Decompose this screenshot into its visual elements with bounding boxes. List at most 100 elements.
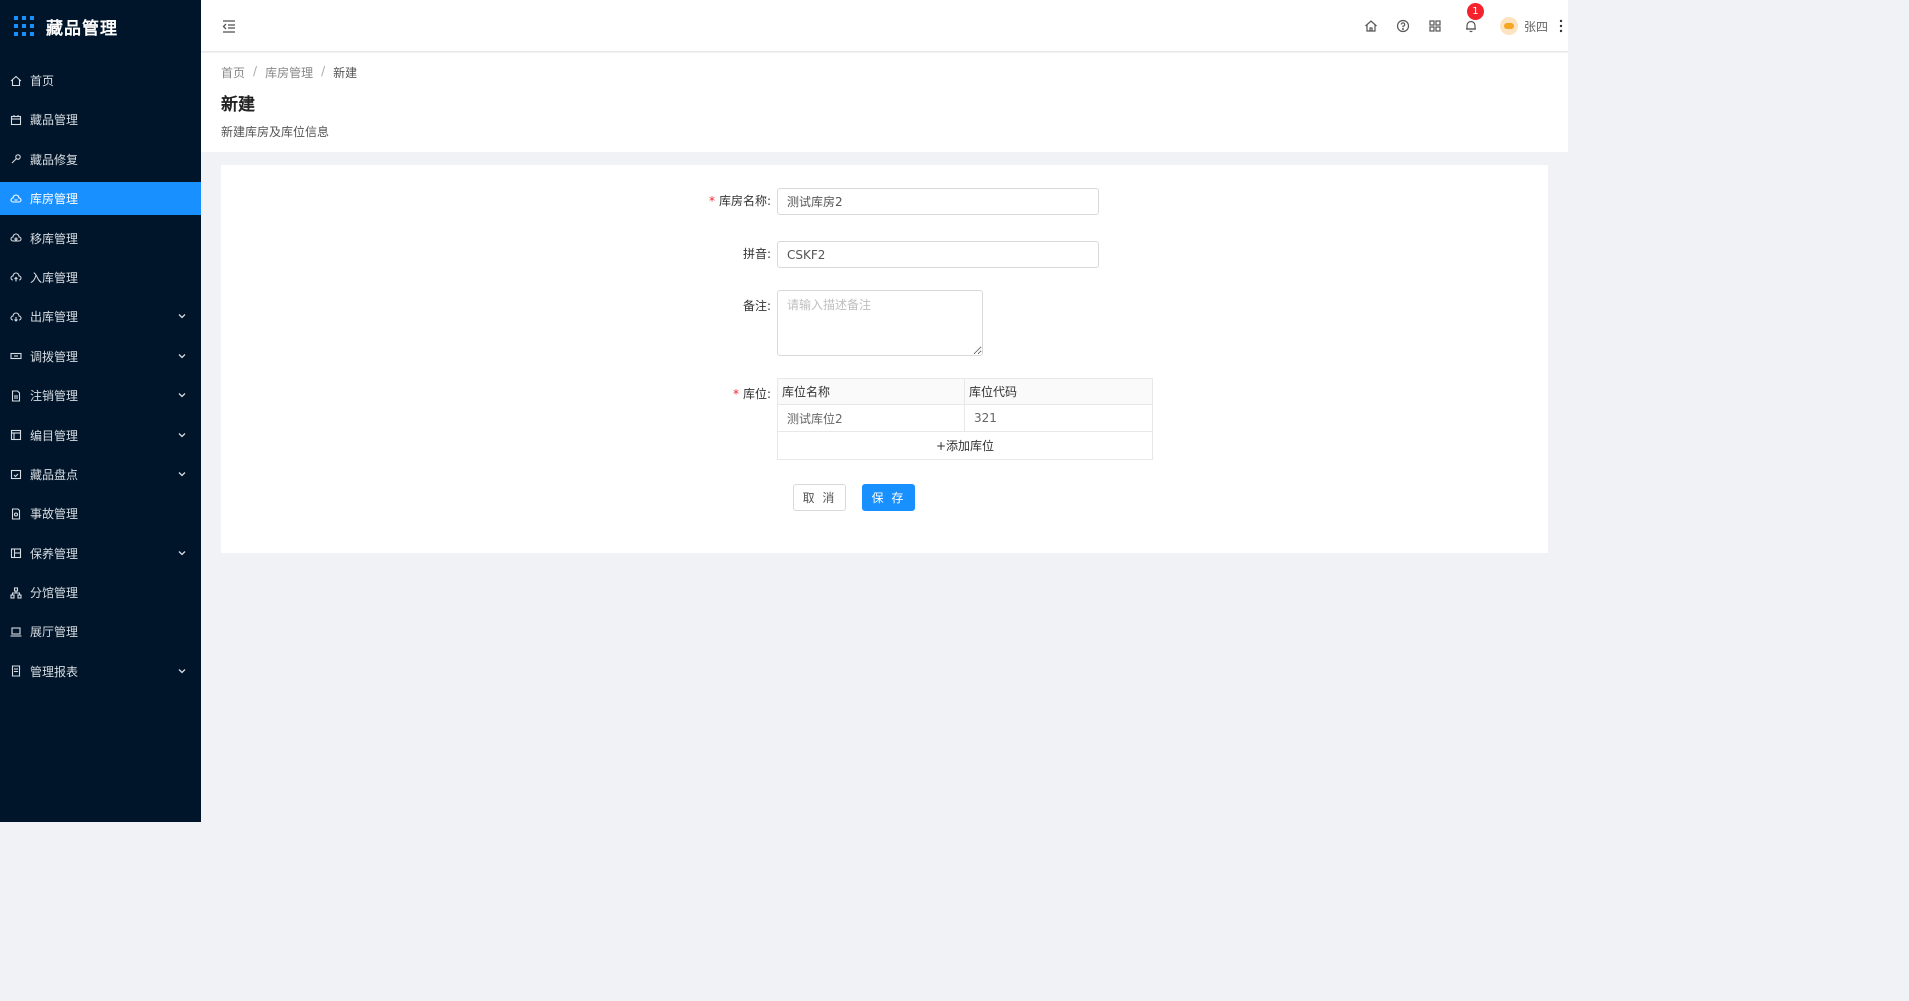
sidebar: 藏品管理 首页 藏品管理 藏品修复 库房管理 移库管理 入库管理 出库管理 调拨管理 注销管理编… [0,0,201,822]
sidebar-item-4[interactable]: 移库管理 [0,222,201,255]
sidebar-item-label: 管理报表 [30,664,79,679]
cloud-sync-icon [10,232,22,244]
username[interactable]: 张四 [1524,18,1548,35]
calendar-check-icon [10,468,22,480]
breadcrumb-separator: / [253,64,258,78]
sidebar-item-label: 出库管理 [30,310,79,325]
notification-bell-icon[interactable]: 1 [1464,3,1484,33]
transfer-icon [10,350,22,362]
sidebar-item-label: 编目管理 [30,428,79,443]
chevron-down-icon [178,668,186,674]
sidebar-item-5[interactable]: 入库管理 [0,261,201,294]
cloud-icon [10,193,22,205]
sidebar-item-label: 库房管理 [30,192,79,207]
file-icon [10,390,22,402]
chevron-down-icon [178,314,186,319]
avatar[interactable] [1499,17,1518,35]
sidebar-item-label: 调拨管理 [30,349,79,364]
breadcrumb-separator: / [321,64,326,78]
form-row-location: * 库位: 库位名称 库位代码 测试库位2 321 +添加库位 [577,378,1153,460]
breadcrumb-item-warehouse[interactable]: 库房管理 [265,64,313,81]
breadcrumb-item-current: 新建 [333,66,358,80]
remark-label: 备注: [742,299,771,313]
sidebar-item-3[interactable]: 库房管理 [0,182,201,216]
page-description: 新建库房及库位信息 [221,125,330,139]
sidebar-item-label: 展厅管理 [30,625,79,640]
location-name-cell[interactable]: 测试库位2 [777,404,965,432]
apps-icon[interactable] [1428,19,1442,33]
sidebar-item-label: 事故管理 [30,507,79,522]
breadcrumb-item-home[interactable]: 首页 [221,64,245,81]
sidebar-item-9[interactable]: 编目管理 [0,419,201,452]
table-header-row: 库位名称 库位代码 [777,378,1153,405]
warehouse-name-input[interactable] [777,188,1099,215]
sidebar-item-8[interactable]: 注销管理 [0,379,201,412]
cloud-download-icon [10,311,22,323]
menu-fold-icon[interactable] [221,18,237,34]
cancel-button[interactable]: 取 消 [793,484,846,511]
home-icon[interactable] [1364,19,1378,33]
chevron-down-icon [178,353,186,359]
brand: 藏品管理 [0,0,201,52]
notification-badge: 1 [1466,3,1484,20]
chevron-down-icon [178,432,186,437]
report-icon [10,665,22,677]
chevron-down-icon [178,471,186,477]
sidebar-item-label: 藏品盘点 [30,467,79,482]
sidebar-item-label: 注销管理 [30,389,79,404]
sidebar-item-0[interactable]: 首页 [0,64,201,97]
file-search-icon [10,508,22,520]
wrench-icon [10,153,22,165]
sidebar-item-6[interactable]: 出库管理 [0,300,201,333]
sidebar-item-label: 移库管理 [30,231,79,246]
cluster-icon [10,587,22,599]
pinyin-input[interactable] [777,241,1099,268]
add-location-row: +添加库位 [777,431,1153,460]
chevron-down-icon [178,393,186,398]
location-table: 库位名称 库位代码 测试库位2 321 +添加库位 [777,378,1153,460]
help-icon[interactable] [1396,19,1410,33]
pinyin-label: 拼音: [742,247,771,261]
sidebar-item-13[interactable]: 分馆管理 [0,576,201,609]
app-grid-icon [14,16,34,36]
more-vertical-icon[interactable] [1558,18,1564,34]
name-label: * 库房名称: [708,194,771,208]
sidebar-menu: 首页藏品管理藏品修复库房管理移库管理入库管理出库管理调拨管理注销管理编目管理藏品… [0,64,201,694]
column-header-location-code: 库位代码 [964,378,1153,405]
column-header-location-name: 库位名称 [777,378,965,405]
laptop-icon [10,626,22,638]
location-label: * 库位: [732,387,771,401]
sidebar-item-12[interactable]: 保养管理 [0,537,201,570]
required-mark: * [708,194,715,208]
sidebar-item-7[interactable]: 调拨管理 [0,340,201,373]
form-row-remark: 备注: [577,290,983,356]
form-row-name: * 库房名称: [577,188,1099,215]
sidebar-item-label: 藏品管理 [30,113,79,128]
sidebar-item-11[interactable]: 事故管理 [0,497,201,530]
sidebar-item-15[interactable]: 管理报表 [0,655,201,688]
header-actions: 1 张四 [1346,0,1568,52]
sidebar-item-14[interactable]: 展厅管理 [0,615,201,648]
sidebar-item-label: 入库管理 [30,270,79,285]
page-title: 新建 [221,95,255,115]
add-location-button[interactable]: +添加库位 [777,431,1153,460]
table-row: 测试库位2 321 [777,404,1153,432]
app-title: 藏品管理 [46,18,118,39]
top-header: 1 张四 [201,0,1568,52]
location-code-cell[interactable]: 321 [964,404,1153,432]
build-icon [10,547,22,559]
page-header: 首页 / 库房管理 / 新建 新建 新建库房及库位信息 [201,53,1568,152]
sidebar-item-1[interactable]: 藏品管理 [0,103,201,136]
sidebar-item-10[interactable]: 藏品盘点 [0,458,201,491]
sidebar-item-label: 保养管理 [30,546,79,561]
save-button[interactable]: 保 存 [862,484,915,511]
form-row-pinyin: 拼音: [577,241,1099,268]
catalog-icon [10,429,22,441]
remark-textarea[interactable] [777,290,983,356]
home-icon [10,75,22,87]
cloud-upload-icon [10,271,22,283]
sidebar-item-2[interactable]: 藏品修复 [0,143,201,176]
form-card: *库房名称: 拼音: 备注: *库位: 库位名称 库位代码 测试库位2 321 [221,165,1548,553]
sidebar-item-label: 藏品修复 [30,152,79,167]
sidebar-item-label: 分馆管理 [30,586,79,601]
